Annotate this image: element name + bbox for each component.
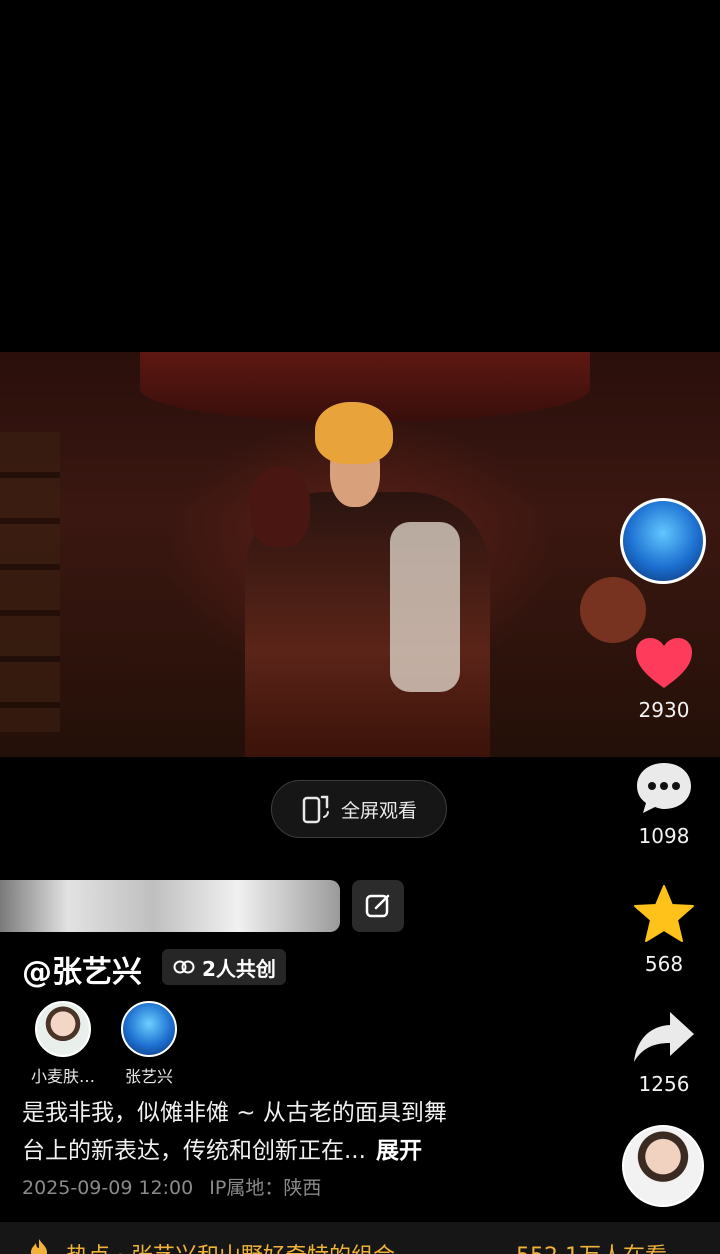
comment-button[interactable]: 1098 xyxy=(620,760,708,848)
caption-line-2-text: 台上的新表达，传统和创新正在... xyxy=(22,1138,366,1164)
performer-hair xyxy=(315,402,393,464)
hot-topic-bar[interactable]: 热点 · 张艺兴和山野好奇特的组合 552.1万人在看 xyxy=(0,1222,720,1254)
rotate-screen-icon xyxy=(302,795,329,824)
creator-item[interactable]: 小麦肤… xyxy=(18,1001,108,1087)
heart-icon xyxy=(636,638,692,688)
ip-location: IP属地：陕西 xyxy=(209,1177,322,1199)
share-arrow-icon xyxy=(634,1012,694,1062)
like-count: 2930 xyxy=(638,698,690,722)
comment-count: 1098 xyxy=(638,824,690,848)
expand-link[interactable]: 展开 xyxy=(376,1138,422,1164)
hot-topic-watching: 552.1万人在看 xyxy=(516,1238,667,1254)
creator-item[interactable]: 张艺兴 xyxy=(104,1001,194,1087)
co-create-badge[interactable]: 2人共创 xyxy=(162,949,286,985)
video-frame[interactable] xyxy=(0,352,720,757)
share-button[interactable]: 1256 xyxy=(620,1010,708,1096)
post-date: 2025-09-09 12:00 xyxy=(22,1177,194,1199)
caption-line-1: 是我非我，似傩非傩 ~ 从古老的面具到舞 xyxy=(22,1100,447,1126)
nuo-mask xyxy=(250,467,310,547)
co-create-label: 2人共创 xyxy=(202,956,276,981)
edit-icon xyxy=(365,894,390,918)
caption-line-2: 台上的新表达，传统和创新正在... 展开 xyxy=(22,1132,552,1170)
creator-avatar xyxy=(35,1001,91,1057)
post-meta: 2025-09-09 12:00 IP属地：陕西 xyxy=(22,1173,331,1200)
flame-icon xyxy=(31,1239,47,1254)
share-count: 1256 xyxy=(638,1072,690,1096)
edit-button[interactable] xyxy=(352,880,404,932)
creator-name: 小麦肤… xyxy=(30,1067,95,1086)
performer-robe xyxy=(390,522,460,692)
lantern xyxy=(580,577,646,643)
hot-topic-title: 热点 · 张艺兴和山野好奇特的组合 xyxy=(66,1238,395,1254)
author-avatar[interactable] xyxy=(620,498,706,584)
favorite-button[interactable]: 568 xyxy=(620,884,708,976)
music-avatar[interactable] xyxy=(622,1125,704,1207)
creator-avatar xyxy=(121,1001,177,1057)
search-bar[interactable] xyxy=(0,880,340,932)
author-name[interactable]: @张艺兴 xyxy=(22,947,142,991)
favorite-count: 568 xyxy=(644,952,684,976)
creator-name: 张艺兴 xyxy=(124,1067,173,1086)
star-icon xyxy=(634,885,694,942)
fullscreen-label: 全屏观看 xyxy=(340,799,417,822)
fullscreen-button[interactable]: 全屏观看 xyxy=(271,780,447,838)
comment-icon xyxy=(637,763,691,813)
link-icon xyxy=(173,960,195,974)
post-caption: 是我非我，似傩非傩 ~ 从古老的面具到舞 台上的新表达，传统和创新正在... 展开 xyxy=(22,1094,552,1170)
like-button[interactable]: 2930 xyxy=(620,636,708,722)
bookshelf xyxy=(0,432,60,732)
